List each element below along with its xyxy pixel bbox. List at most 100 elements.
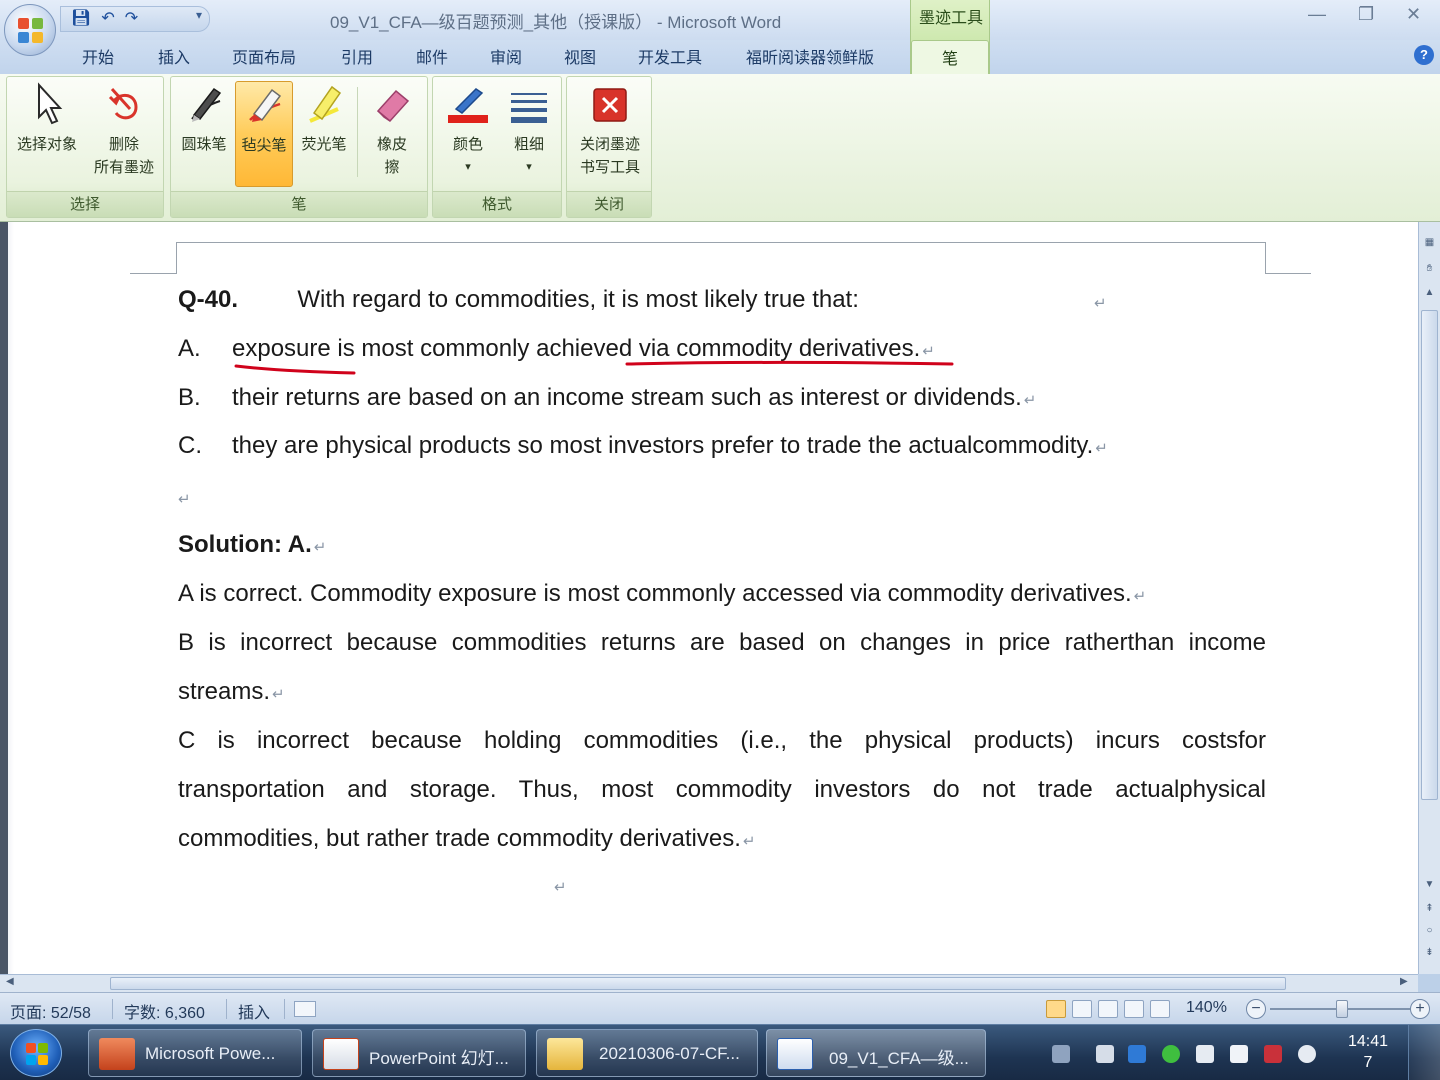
page-count[interactable]: 页面: 52/58 <box>10 999 91 1023</box>
system-clock[interactable]: 14:41 7 <box>1340 1031 1396 1073</box>
zoom-in-button[interactable]: + <box>1410 999 1430 1019</box>
paragraph-mark: ↵ <box>1095 440 1108 457</box>
action-center-flag-icon[interactable] <box>1230 1045 1248 1063</box>
ink-color-icon <box>446 81 490 127</box>
tab-foxit-reader[interactable]: 福昕阅读器领鲜版 <box>746 44 874 68</box>
word-count[interactable]: 字数: 6,360 <box>124 999 205 1023</box>
scroll-left-arrow-icon[interactable]: ◀ <box>6 976 14 987</box>
taskbar-item-powerpoint[interactable]: Microsoft Powe... <box>88 1029 302 1077</box>
insert-mode[interactable]: 插入 <box>238 999 270 1023</box>
title-bar: 💾︎ ↶ ↷ ▾ 09_V1_CFA—级百题预测_其他（授课版） - Micro… <box>0 0 1440 40</box>
solution-c-line-2: transportation and storage. Thus, most c… <box>178 776 1266 803</box>
line-weight-label: 粗细 <box>513 136 544 153</box>
option-a[interactable]: A. exposure is most commonly achieved via… <box>178 335 935 363</box>
solution-heading: Solution: A. ↵ <box>178 531 326 559</box>
group-label-close: 关闭 <box>567 191 651 217</box>
browse-object-icon[interactable]: ○ <box>1421 922 1438 939</box>
pan-hand-icon[interactable]: ✋︎ <box>1421 260 1438 277</box>
ballpoint-pen-button[interactable]: 圆珠笔 <box>173 81 235 156</box>
close-ink-tools-button[interactable]: 关闭墨迹 书写工具 <box>569 81 651 179</box>
highlighter-button[interactable]: 荧光笔 <box>293 81 355 156</box>
scroll-right-arrow-icon[interactable]: ▶ <box>1400 976 1408 987</box>
undo-icon[interactable]: ↶ <box>101 9 114 29</box>
tab-view[interactable]: 视图 <box>564 44 596 68</box>
tab-insert[interactable]: 插入 <box>158 44 190 68</box>
tab-page-layout[interactable]: 页面布局 <box>232 44 296 68</box>
cursor-arrow-icon <box>25 81 69 127</box>
zoom-out-button[interactable]: − <box>1246 999 1266 1019</box>
web-layout-view-icon[interactable] <box>1098 1000 1118 1018</box>
close-button[interactable]: ✕ <box>1406 4 1421 25</box>
solution-a-line: A is correct. Commodity exposure is most… <box>178 580 1146 608</box>
save-icon[interactable]: 💾︎ <box>71 9 91 29</box>
zoom-slider-thumb[interactable] <box>1336 1000 1348 1018</box>
vertical-scrollbar[interactable]: ▦ ✋︎ ▲ ▼ ⇞ ○ ⇟ <box>1418 222 1440 974</box>
crop-mark-left <box>176 242 177 274</box>
show-desktop-button[interactable] <box>1408 1025 1440 1080</box>
line-weight-button[interactable]: 粗细 ▾ <box>499 81 559 179</box>
paragraph-mark: ↵ <box>313 539 327 556</box>
help-icon[interactable]: ? <box>1414 45 1434 65</box>
ink-color-button[interactable]: 颜色 ▾ <box>437 81 499 179</box>
solution-a-text: A is correct. Commodity exposure is most… <box>178 580 1132 607</box>
office-logo-icon <box>18 18 44 44</box>
zoom-level[interactable]: 140% <box>1186 999 1227 1017</box>
taskbar-item-folder[interactable]: 20210306-07-CF... <box>536 1029 758 1077</box>
tab-mailings[interactable]: 邮件 <box>416 44 448 68</box>
eraser-button[interactable]: 橡皮 擦 <box>361 81 423 179</box>
clock-time: 14:41 <box>1347 1033 1389 1050</box>
horizontal-scroll-thumb[interactable] <box>110 977 1286 990</box>
taskbar-item-word[interactable]: 09_V1_CFA—级... <box>766 1029 986 1077</box>
ruler-toggle-icon[interactable]: ▦ <box>1421 234 1438 251</box>
next-page-icon[interactable]: ⇟ <box>1421 944 1438 961</box>
security-plus-icon[interactable] <box>1162 1045 1180 1063</box>
felt-tip-pen-button[interactable]: 毡尖笔 <box>235 81 293 187</box>
highlighter-label: 荧光笔 <box>301 136 347 153</box>
paragraph-mark: ↵ <box>742 833 756 850</box>
solution-c-line-3: commodities, but rather trade commodity … <box>178 825 755 853</box>
delete-all-ink-button[interactable]: 删除 所有墨迹 <box>85 81 163 179</box>
network-app-icon[interactable] <box>1096 1045 1114 1063</box>
taskbar-item-slideshow[interactable]: PowerPoint 幻灯... <box>312 1029 526 1077</box>
start-button[interactable] <box>10 1029 62 1077</box>
scroll-down-arrow-icon[interactable]: ▼ <box>1421 876 1438 893</box>
select-objects-button[interactable]: 选择对象 <box>9 81 85 156</box>
network-status-icon[interactable] <box>1264 1045 1282 1063</box>
tool-icon[interactable] <box>1128 1045 1146 1063</box>
previous-page-icon[interactable]: ⇞ <box>1421 900 1438 917</box>
tab-home[interactable]: 开始 <box>82 44 114 68</box>
line-weight-dropdown-arrow[interactable]: ▾ <box>499 156 559 179</box>
paragraph-mark: ↵ <box>922 343 935 360</box>
tab-references[interactable]: 引用 <box>341 44 373 68</box>
option-c[interactable]: C. they are physical products so most inv… <box>178 432 1108 460</box>
ribbon-group-close: 关闭墨迹 书写工具 关闭 <box>566 76 652 218</box>
minimize-button[interactable]: — <box>1308 4 1326 25</box>
redo-icon[interactable]: ↷ <box>125 9 138 29</box>
tab-review[interactable]: 审阅 <box>490 44 522 68</box>
ink-color-dropdown-arrow[interactable]: ▾ <box>437 156 499 179</box>
select-objects-label: 选择对象 <box>16 136 77 153</box>
tab-pen[interactable]: 笔 <box>911 40 989 76</box>
solution-heading-text: Solution: A. <box>178 531 312 558</box>
option-c-text: they are physical products so most inves… <box>232 432 1094 459</box>
full-screen-reading-view-icon[interactable] <box>1072 1000 1092 1018</box>
status-separator <box>226 999 227 1019</box>
question-stem: With regard to commodities, it is most l… <box>297 286 859 313</box>
draft-view-icon[interactable] <box>1150 1000 1170 1018</box>
tab-developer[interactable]: 开发工具 <box>638 44 702 68</box>
horizontal-scrollbar[interactable]: ◀ ▶ <box>0 974 1418 992</box>
office-button[interactable] <box>4 4 56 56</box>
option-b[interactable]: B. their returns are based on an income s… <box>178 384 1036 412</box>
scroll-up-arrow-icon[interactable]: ▲ <box>1421 284 1438 301</box>
clipboard-icon[interactable] <box>1196 1045 1214 1063</box>
qat-customize-button[interactable]: ▾ <box>196 8 202 22</box>
window-title: 09_V1_CFA—级百题预测_其他（授课版） - Microsoft Word <box>330 13 782 32</box>
print-layout-view-icon[interactable] <box>1046 1000 1066 1018</box>
keyboard-icon[interactable] <box>1052 1045 1070 1063</box>
macro-record-icon[interactable] <box>294 1001 316 1017</box>
volume-icon[interactable] <box>1298 1045 1316 1063</box>
outline-view-icon[interactable] <box>1124 1000 1144 1018</box>
document-page[interactable]: Q-40. With regard to commodities, it is … <box>0 222 1418 974</box>
restore-button[interactable]: ❐ <box>1358 4 1374 25</box>
vertical-scroll-thumb[interactable] <box>1421 310 1438 800</box>
